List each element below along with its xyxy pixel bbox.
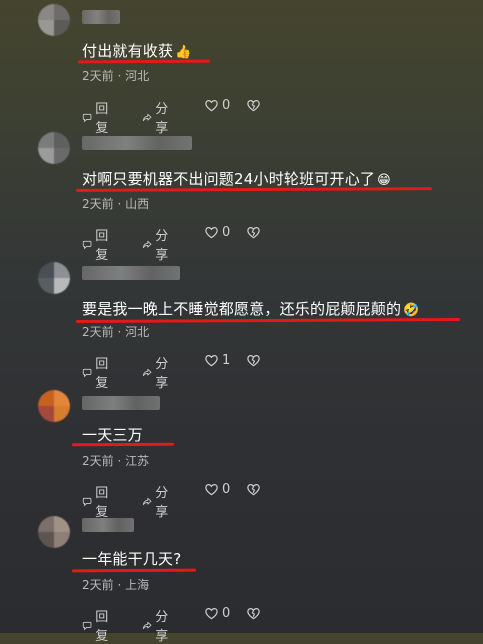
reply-button[interactable]: 回复 [82,606,113,644]
comment-text-body: 要是我一晚上不睡觉都愿意，还乐的屁颠屁颠的 [82,300,402,318]
avatar-block [38,132,54,148]
avatar-block [38,278,54,294]
avatar-block [38,4,54,20]
comment-text: 要是我一晚上不睡觉都愿意，还乐的屁颠屁颠的 🤣 [82,298,420,319]
heart-icon [205,608,218,620]
comment-meta: 2天前 · 河北 [82,325,150,339]
avatar[interactable] [38,516,70,548]
avatar-block [54,278,70,294]
share-label: 分享 [155,610,169,644]
avatar[interactable] [38,390,70,422]
comment-meta: 2天前 · 山西 [82,197,150,211]
like-button[interactable]: 1 [204,353,230,368]
username-blurred[interactable] [82,136,192,150]
avatar[interactable] [38,262,70,294]
comment-text-body: 对啊只要机器不出问题24小时轮班可开心了 [82,170,376,188]
like-count: 0 [222,482,231,497]
like-button[interactable]: 0 [204,225,230,240]
username-blurred[interactable] [82,10,120,24]
like-count: 1 [222,353,231,368]
avatar[interactable] [38,132,70,164]
username-blurred[interactable] [82,266,180,280]
comment-meta: 2天前 · 河北 [82,69,150,83]
comment-item: 要是我一晚上不睡觉都愿意，还乐的屁颠屁颠的 🤣 2天前 · 河北 回复 分享 1 [0,258,483,391]
avatar-block [54,20,70,36]
comment-text: 一天三万 [82,424,143,445]
thumbs-up-emoji: 👍 [175,45,192,60]
share-icon [142,113,152,121]
avatar-block [54,262,70,278]
like-button[interactable]: 0 [204,606,230,621]
reply-label: 回复 [95,610,109,644]
dislike-button[interactable] [246,353,261,368]
username-blurred[interactable] [82,518,134,532]
avatar-block [54,132,70,148]
avatar-block [54,390,70,406]
comment-text-body: 一年能干几天? [82,550,182,568]
share-icon [142,497,152,505]
comment-text-body: 付出就有收获 [82,42,174,60]
red-underline [71,568,197,573]
share-button[interactable]: 分享 [142,606,173,644]
avatar-block [54,532,70,548]
share-icon [142,368,152,376]
avatar-block [54,516,70,532]
username-blurred[interactable] [82,396,160,410]
broken-heart-icon [247,484,260,496]
avatar-block [38,532,54,548]
reply-icon [82,113,92,122]
heart-icon [205,484,218,496]
comment-text: 一年能干几天? [82,548,181,569]
comment-text-body: 一天三万 [82,426,143,444]
red-underline [75,187,433,192]
broken-heart-icon [247,608,260,620]
avatar-block [38,516,54,532]
comment-meta: 2天前 · 上海 [82,578,150,592]
broken-heart-icon [247,227,260,239]
avatar-block [38,20,54,36]
broken-heart-icon [247,100,260,112]
dislike-button[interactable] [246,98,261,113]
comment-item: 一年能干几天? 2天前 · 上海 回复 分享 0 [0,512,483,644]
reply-icon [82,621,92,630]
avatar-block [54,148,70,164]
dislike-button[interactable] [246,606,261,621]
like-count: 0 [222,225,231,240]
share-icon [142,621,152,629]
share-icon [142,240,152,248]
rofl-emoji: 🤣 [403,303,420,318]
reply-icon [82,497,92,506]
reply-icon [82,368,92,377]
comment-text: 付出就有收获 👍 [82,40,192,61]
heart-icon [205,355,218,367]
like-count: 0 [222,98,231,113]
red-underline [77,59,211,64]
avatar-block [54,406,70,422]
like-count: 0 [222,606,231,621]
like-button[interactable]: 0 [204,482,230,497]
heart-icon [205,100,218,112]
comment-item: 付出就有收获 👍 2天前 · 河北 回复 分享 0 [0,0,483,136]
reply-icon [82,240,92,249]
avatar-block [38,390,54,406]
like-button[interactable]: 0 [204,98,230,113]
avatar-block [38,262,54,278]
red-underline [71,442,175,447]
comment-meta: 2天前 · 江苏 [82,454,150,468]
comment-text: 对啊只要机器不出问题24小时轮班可开心了 😁 [82,168,391,189]
dislike-button[interactable] [246,225,261,240]
dislike-button[interactable] [246,482,261,497]
grin-emoji: 😁 [377,173,391,188]
broken-heart-icon [247,355,260,367]
avatar-block [54,4,70,20]
avatar[interactable] [38,4,70,36]
heart-icon [205,227,218,239]
avatar-block [38,406,54,422]
comment-item: 一天三万 2天前 · 江苏 回复 分享 0 [0,386,483,520]
comment-item: 对啊只要机器不出问题24小时轮班可开心了 😁 2天前 · 山西 回复 分享 0 [0,128,483,263]
avatar-block [38,148,54,164]
